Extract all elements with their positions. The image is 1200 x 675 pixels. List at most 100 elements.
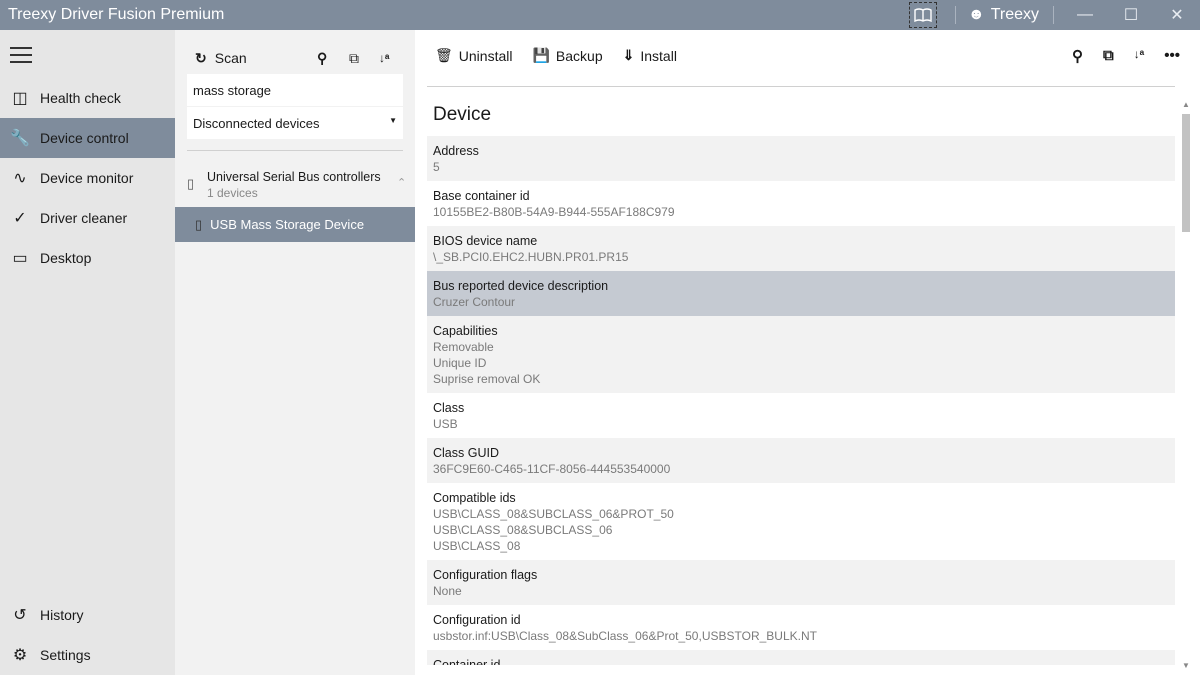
device-details-panel: 🗑Uninstall 💾Backup ⇓ Install ⚲ ⧉ ↓ᵃ ••• D… [415, 30, 1200, 675]
property-row[interactable]: Configuration flagsNone [427, 560, 1175, 605]
property-key: BIOS device name [433, 233, 1169, 249]
divider [955, 6, 956, 24]
property-value: Suprise removal OK [433, 371, 1169, 387]
property-key: Container id [433, 657, 1169, 665]
broom-icon: ✓ [0, 208, 40, 228]
property-value: USB\CLASS_08&SUBCLASS_06&PROT_50 [433, 506, 1169, 522]
sidebar-item-label: Device control [40, 130, 129, 146]
device-group[interactable]: ▯ Universal Serial Bus controllers 1 dev… [175, 168, 415, 208]
property-value: USB\CLASS_08&SUBCLASS_06 [433, 522, 1169, 538]
property-key: Class [433, 400, 1169, 416]
search-icon[interactable]: ⚲ [1072, 47, 1083, 65]
scan-label: Scan [215, 50, 247, 66]
property-value: 36FC9E60-C465-11CF-8056-444553540000 [433, 461, 1169, 477]
property-value: Cruzer Contour [433, 294, 1169, 310]
sort-az-icon[interactable]: ↓ᵃ [1134, 47, 1145, 65]
copy-icon[interactable]: ⧉ [1103, 47, 1114, 65]
uninstall-label: Uninstall [459, 48, 513, 64]
sidebar-item-device-control[interactable]: 🔧Device control [0, 118, 175, 158]
property-value: USB [433, 416, 1169, 432]
history-icon: ↺ [0, 605, 40, 625]
sidebar-item-label: Driver cleaner [40, 210, 127, 226]
backup-button[interactable]: 💾Backup [532, 47, 602, 64]
property-value: None [433, 583, 1169, 599]
property-key: Configuration id [433, 612, 1169, 628]
section-heading: Device [433, 104, 491, 126]
usb-device-icon: ▯ [195, 217, 202, 233]
close-button[interactable]: ✕ [1154, 0, 1200, 30]
divider [187, 150, 403, 151]
wrench-icon: 🔧 [0, 128, 40, 148]
filter-value: Disconnected devices [193, 116, 319, 130]
more-options-icon[interactable]: ••• [1164, 47, 1180, 65]
property-row[interactable]: Class GUID36FC9E60-C465-11CF-8056-444553… [427, 438, 1175, 483]
property-value: Unique ID [433, 355, 1169, 371]
sidebar-item-label: Health check [40, 90, 121, 106]
device-list-panel: ↻ Scan ⚲ ⧉ ↓ᵃ mass storage Disconnected d… [175, 30, 415, 675]
group-title: Universal Serial Bus controllers [207, 170, 381, 184]
user-settings-icon: ☻ [968, 6, 985, 24]
property-value: Removable [433, 339, 1169, 355]
property-row[interactable]: Compatible idsUSB\CLASS_08&SUBCLASS_06&P… [427, 483, 1175, 560]
property-row[interactable]: Configuration idusbstor.inf:USB\Class_08… [427, 605, 1175, 650]
usb-plug-icon: ▯ [187, 176, 194, 192]
property-value: 5 [433, 159, 1169, 175]
double-chevron-down-icon: ⇓ [623, 47, 635, 64]
device-name: USB Mass Storage Device [210, 217, 364, 232]
property-value: usbstor.inf:USB\Class_08&SubClass_06&Pro… [433, 628, 1169, 644]
first-aid-icon: ◫ [0, 88, 40, 108]
gear-icon: ⚙ [0, 645, 40, 665]
sidebar-item-label: Desktop [40, 250, 91, 266]
sidebar-item-device-monitor[interactable]: ∿Device monitor [0, 158, 175, 198]
maximize-button[interactable]: ☐ [1108, 0, 1154, 30]
sidebar-item-history[interactable]: ↺History [0, 595, 175, 635]
sidebar-item-desktop[interactable]: ▭Desktop [0, 238, 175, 278]
sidebar-item-label: Device monitor [40, 170, 133, 186]
filter-dropdown[interactable]: Disconnected devices ▼ [187, 107, 403, 139]
scrollbar[interactable]: ▲ ▼ [1180, 100, 1192, 670]
account-button[interactable]: ☻ Treexy [968, 6, 1039, 24]
property-list: Address5Base container id10155BE2-B80B-5… [427, 136, 1175, 665]
property-key: Bus reported device description [433, 278, 1169, 294]
install-label: Install [640, 48, 677, 64]
scroll-up-icon[interactable]: ▲ [1180, 100, 1192, 109]
install-button[interactable]: ⇓ Install [623, 47, 677, 64]
monitor-icon: ▭ [0, 248, 40, 268]
scroll-down-icon[interactable]: ▼ [1180, 661, 1192, 670]
sidebar-item-label: History [40, 607, 84, 623]
sidebar: ◫Health check 🔧Device control ∿Device mo… [0, 30, 175, 675]
sidebar-item-label: Settings [40, 647, 91, 663]
property-row[interactable]: CapabilitiesRemovableUnique IDSuprise re… [427, 316, 1175, 393]
property-key: Configuration flags [433, 567, 1169, 583]
property-key: Capabilities [433, 323, 1169, 339]
search-input[interactable]: mass storage [187, 74, 403, 106]
title-bar: Treexy Driver Fusion Premium ☻ Treexy — … [0, 0, 1200, 30]
sidebar-item-health-check[interactable]: ◫Health check [0, 78, 175, 118]
scrollbar-thumb[interactable] [1182, 114, 1190, 232]
property-row[interactable]: Container id [427, 650, 1175, 665]
refresh-icon: ↻ [195, 50, 207, 67]
copy-icon[interactable]: ⧉ [349, 50, 359, 67]
scan-button[interactable]: ↻ Scan [195, 50, 247, 67]
account-name: Treexy [991, 6, 1039, 24]
device-item[interactable]: ▯ USB Mass Storage Device [175, 207, 415, 242]
property-key: Base container id [433, 188, 1169, 204]
chevron-down-icon: ▼ [389, 116, 397, 130]
minimize-button[interactable]: — [1062, 0, 1108, 30]
sidebar-item-settings[interactable]: ⚙Settings [0, 635, 175, 675]
property-row[interactable]: ClassUSB [427, 393, 1175, 438]
group-count: 1 devices [207, 186, 258, 200]
property-row[interactable]: Base container id10155BE2-B80B-54A9-B944… [427, 181, 1175, 226]
sidebar-item-driver-cleaner[interactable]: ✓Driver cleaner [0, 198, 175, 238]
search-icon[interactable]: ⚲ [317, 50, 327, 67]
sort-az-icon[interactable]: ↓ᵃ [379, 51, 390, 65]
hamburger-menu-icon[interactable] [10, 47, 32, 68]
uninstall-button[interactable]: 🗑Uninstall [435, 47, 512, 64]
property-row[interactable]: Address5 [427, 136, 1175, 181]
chevron-up-icon[interactable]: ⌃ [397, 176, 406, 189]
property-key: Class GUID [433, 445, 1169, 461]
book-icon[interactable] [909, 2, 937, 28]
property-row[interactable]: BIOS device name\_SB.PCI0.EHC2.HUBN.PR01… [427, 226, 1175, 271]
pulse-icon: ∿ [0, 168, 40, 188]
property-row[interactable]: Bus reported device descriptionCruzer Co… [427, 271, 1175, 316]
